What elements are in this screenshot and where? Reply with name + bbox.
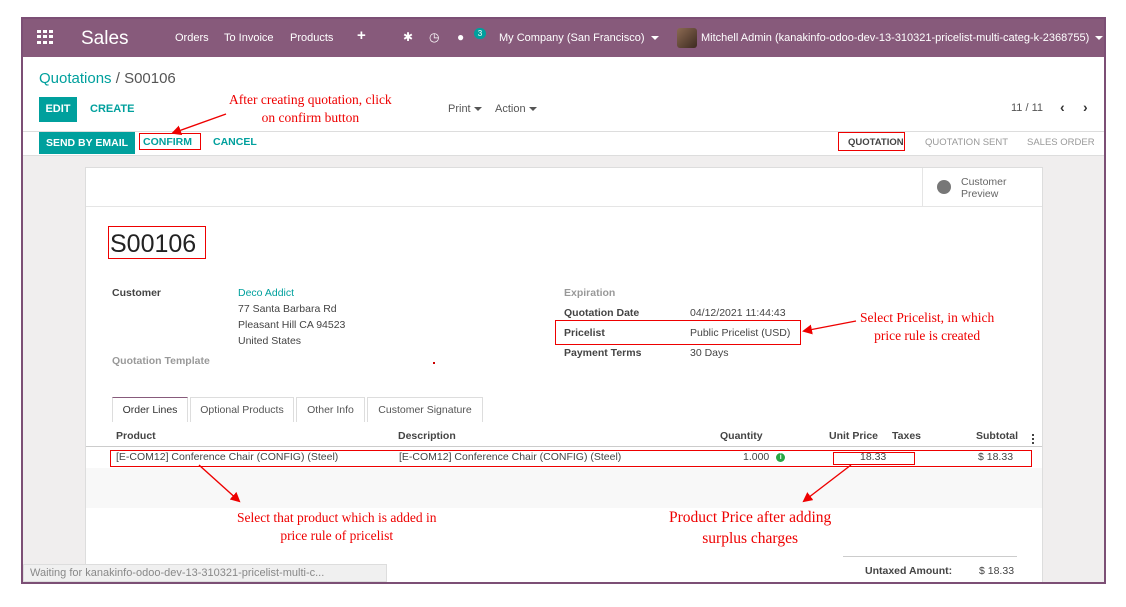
arrow-to-confirm — [171, 113, 227, 136]
annotation-arrows — [171, 113, 857, 503]
browser-frame: Sales Orders To Invoice Products + ✱ ◷ ●… — [21, 17, 1106, 584]
arrow-from-product — [198, 464, 241, 503]
arrow-to-pricelist — [802, 320, 857, 335]
arrow-from-unit-price — [802, 464, 852, 503]
